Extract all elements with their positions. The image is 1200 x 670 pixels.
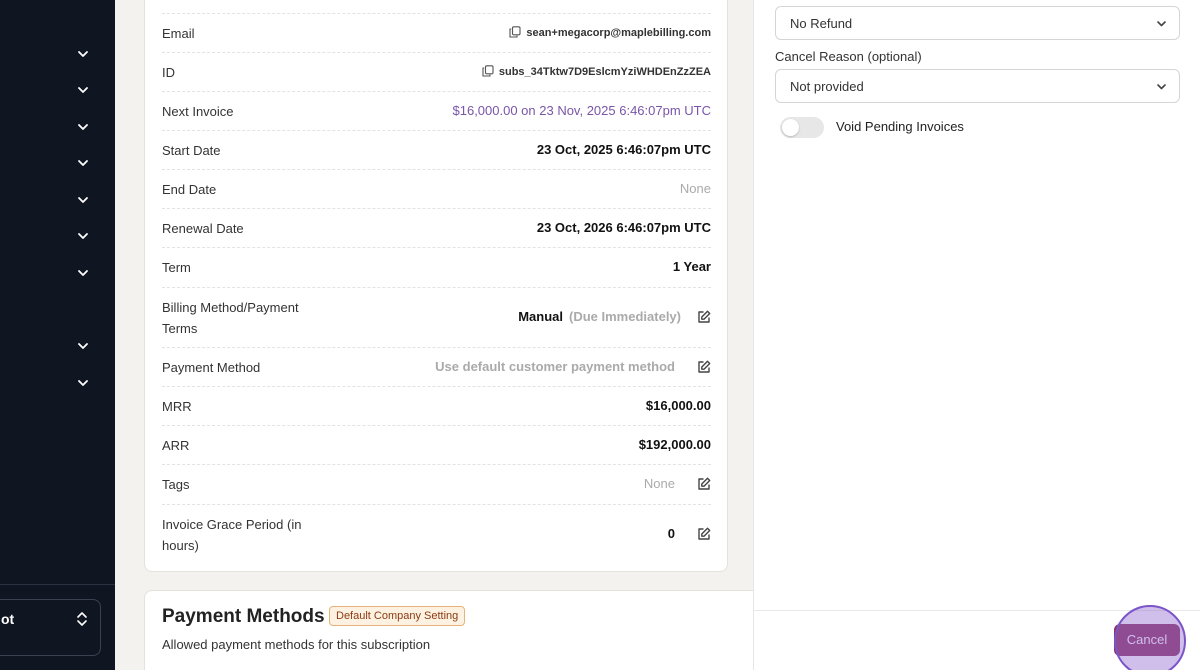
subscription-details-card: Email sean+megacorp@maplebilling.com ID … — [144, 0, 728, 572]
payment-method-value: Use default customer payment method — [435, 359, 675, 374]
payment-methods-card: Payment Methods Default Company Setting … — [144, 590, 784, 670]
renewal-date-value: 23 Oct, 2026 6:46:07pm UTC — [536, 220, 711, 235]
sidebar-divider — [0, 584, 115, 585]
panel-footer-divider — [754, 610, 1200, 611]
detail-label: Email — [162, 26, 195, 41]
cancel-reason-value: Not provided — [790, 79, 864, 94]
detail-row-renewal-date: Renewal Date 23 Oct, 2026 6:46:07pm UTC — [162, 208, 711, 247]
detail-label: Payment Method — [162, 360, 261, 375]
detail-label: ID — [162, 65, 175, 80]
chevron-down-icon — [1155, 80, 1168, 93]
detail-label: Term — [162, 260, 191, 275]
detail-label: ARR — [162, 438, 190, 453]
detail-row-grace-period: Invoice Grace Period (in hours) 0 — [162, 504, 711, 564]
account-switcher[interactable]: ot — [0, 599, 101, 656]
detail-row-tags: Tags None — [162, 464, 711, 504]
chevron-down-icon[interactable] — [76, 193, 90, 207]
edit-icon[interactable] — [697, 360, 711, 374]
chevron-down-icon[interactable] — [76, 339, 90, 353]
detail-value-id[interactable]: subs_34Tktw7D9EslcmYziWHDEnZzZEA — [482, 65, 711, 78]
section-subtitle: Allowed payment methods for this subscri… — [162, 637, 431, 652]
label-line: Terms — [162, 321, 198, 336]
detail-row-billing-method: Billing Method/Payment Terms Manual (Due I… — [162, 287, 711, 347]
void-pending-invoices-label: Void Pending Invoices — [836, 119, 964, 134]
grace-period-value: 0 — [667, 526, 675, 541]
label-line: Billing Method/Payment — [162, 300, 299, 315]
edit-icon[interactable] — [697, 477, 711, 491]
chevron-down-icon — [1155, 17, 1168, 30]
section-title: Payment Methods — [162, 606, 325, 627]
billing-method-text: Manual — [518, 309, 564, 324]
detail-label: Next Invoice — [162, 104, 234, 119]
chevron-down-icon[interactable] — [76, 376, 90, 390]
copy-icon[interactable] — [482, 65, 494, 77]
cancel-subscription-panel: No Refund Cancel Reason (optional) Not p… — [753, 0, 1200, 670]
void-pending-invoices-toggle[interactable] — [780, 117, 824, 138]
email-text: sean+megacorp@maplebilling.com — [526, 27, 711, 39]
term-value: 1 Year — [672, 259, 711, 274]
refund-select[interactable]: No Refund — [775, 6, 1180, 40]
billing-terms-text: (Due Immediately) — [569, 309, 681, 324]
id-text: subs_34Tktw7D9EslcmYziWHDEnZzZEA — [498, 66, 711, 78]
label-line: Invoice Grace Period (in — [162, 517, 302, 532]
cancel-reason-label: Cancel Reason (optional) — [775, 49, 922, 64]
chevron-down-icon[interactable] — [76, 156, 90, 170]
start-date-value: 23 Oct, 2025 6:46:07pm UTC — [536, 142, 711, 157]
status-badge: Default Company Setting — [329, 606, 466, 626]
sidebar: ot — [0, 0, 115, 670]
detail-label: Tags — [162, 477, 190, 492]
detail-label: Start Date — [162, 143, 221, 158]
mrr-value: $16,000.00 — [645, 398, 711, 413]
chevron-down-icon[interactable] — [76, 266, 90, 280]
chevron-up-down-icon — [76, 611, 88, 627]
detail-row-start-date: Start Date 23 Oct, 2025 6:46:07pm UTC — [162, 130, 711, 169]
detail-row-end-date: End Date None — [162, 169, 711, 208]
account-switcher-label: ot — [1, 611, 15, 627]
refund-select-value: No Refund — [790, 16, 853, 31]
end-date-value: None — [679, 181, 711, 196]
next-invoice-link[interactable]: $16,000.00 on 23 Nov, 2025 6:46:07pm UTC — [453, 103, 712, 118]
chevron-down-icon[interactable] — [76, 47, 90, 61]
chevron-down-icon[interactable] — [76, 83, 90, 97]
detail-row-payment-method: Payment Method Use default customer paym… — [162, 347, 711, 386]
copy-icon[interactable] — [509, 26, 521, 38]
chevron-down-icon[interactable] — [76, 229, 90, 243]
tags-value: None — [643, 476, 675, 491]
cancel-button[interactable]: Cancel — [1114, 624, 1180, 656]
toggle-knob — [782, 119, 799, 136]
chevron-down-icon[interactable] — [76, 120, 90, 134]
label-line: hours) — [162, 538, 199, 553]
detail-label: Renewal Date — [162, 221, 244, 236]
detail-row-id: ID subs_34Tktw7D9EslcmYziWHDEnZzZEA — [162, 52, 711, 91]
detail-label: MRR — [162, 399, 192, 414]
edit-icon[interactable] — [697, 310, 711, 324]
detail-row-term: Term 1 Year — [162, 247, 711, 287]
detail-row-arr: ARR $192,000.00 — [162, 425, 711, 464]
detail-label: End Date — [162, 182, 217, 197]
detail-row-mrr: MRR $16,000.00 — [162, 386, 711, 425]
edit-icon[interactable] — [697, 527, 711, 541]
detail-row-next-invoice: Next Invoice $16,000.00 on 23 Nov, 2025 … — [162, 91, 711, 130]
cancel-reason-select[interactable]: Not provided — [775, 69, 1180, 103]
detail-label: Invoice Grace Period (in hours) — [162, 514, 301, 556]
arr-value: $192,000.00 — [638, 437, 711, 452]
billing-method-value: Manual (Due Immediately) — [518, 309, 681, 324]
detail-label: Billing Method/Payment Terms — [162, 297, 299, 339]
detail-value-email[interactable]: sean+megacorp@maplebilling.com — [509, 26, 711, 39]
detail-row-email: Email sean+megacorp@maplebilling.com — [162, 13, 711, 52]
